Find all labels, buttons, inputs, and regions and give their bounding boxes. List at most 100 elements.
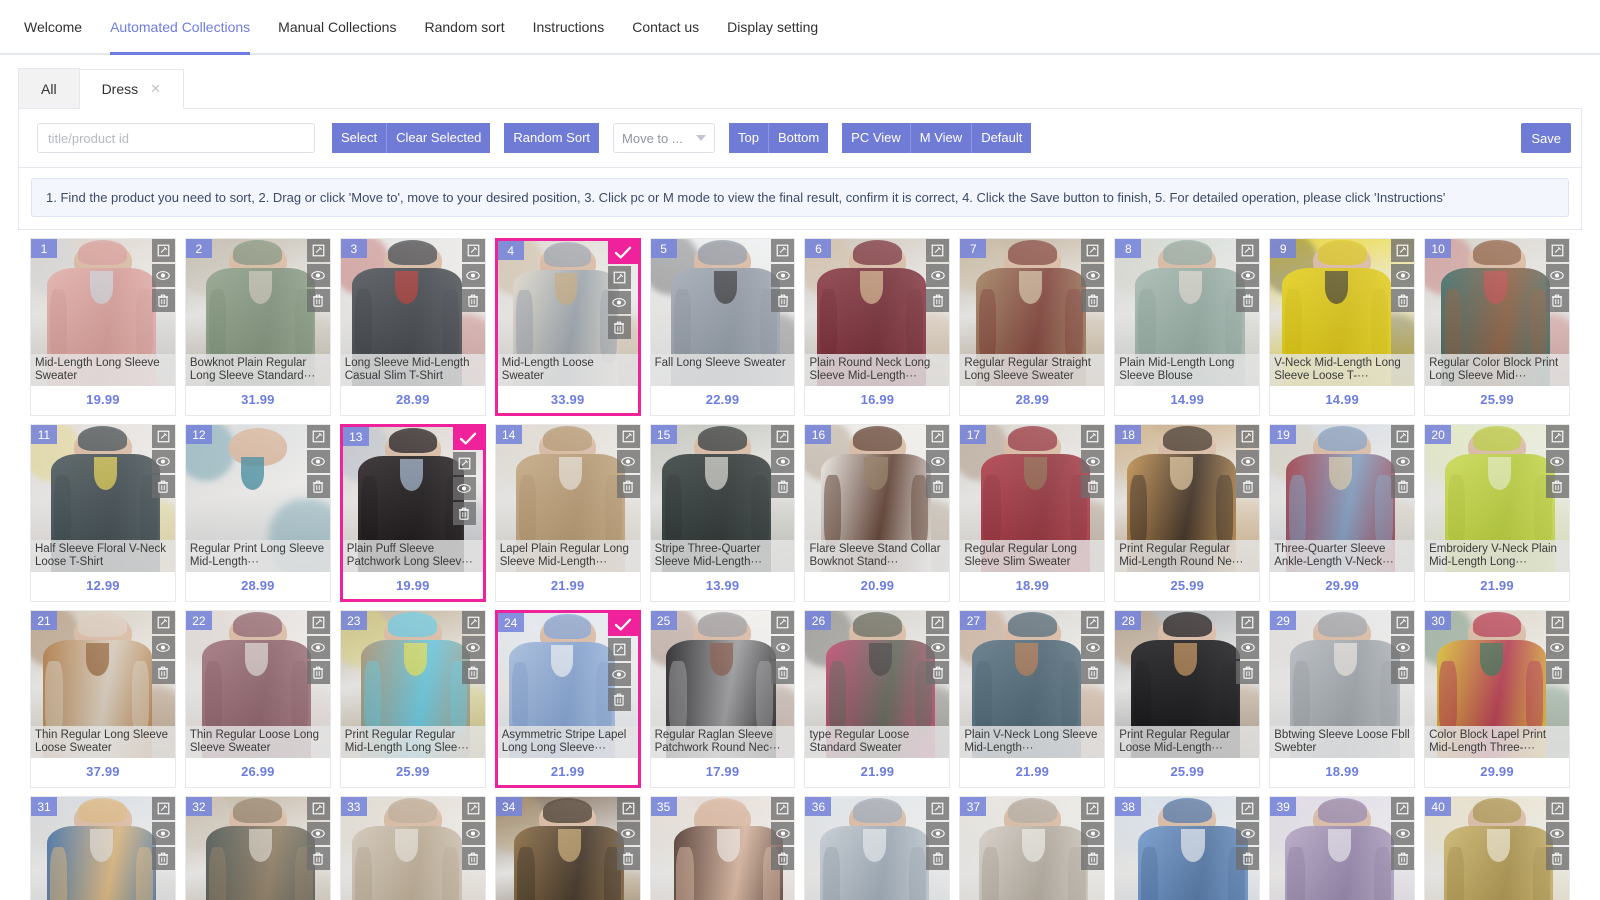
product-thumbnail[interactable]: 2 Bowknot Plain Regular Long Sleeve Stan… bbox=[186, 239, 330, 386]
product-card[interactable]: 6 Plain Round Neck Long Sleeve Mid-Lengt… bbox=[804, 238, 950, 416]
product-card[interactable]: 12 Regular Print Long Sleeve Mid-Length·… bbox=[185, 424, 331, 602]
nav-item-instructions[interactable]: Instructions bbox=[519, 0, 619, 53]
trash-icon[interactable] bbox=[152, 289, 175, 312]
product-card[interactable]: 26 type Regular Loose Standard Sweater 2… bbox=[804, 610, 950, 788]
product-thumbnail[interactable]: 26 type Regular Loose Standard Sweater bbox=[805, 611, 949, 758]
trash-icon[interactable] bbox=[307, 661, 330, 684]
product-card[interactable]: 28 Print Regular Regular Loose Mid-Lengt… bbox=[1114, 610, 1260, 788]
trash-icon[interactable] bbox=[1081, 847, 1104, 870]
edit-icon[interactable] bbox=[926, 425, 949, 448]
edit-icon[interactable] bbox=[453, 452, 476, 475]
eye-icon[interactable] bbox=[1081, 264, 1104, 287]
edit-icon[interactable] bbox=[152, 425, 175, 448]
pc-view-button[interactable]: PC View bbox=[842, 123, 911, 153]
eye-icon[interactable] bbox=[1391, 636, 1414, 659]
product-thumbnail[interactable]: 40 bbox=[1425, 797, 1569, 900]
product-thumbnail[interactable]: 10 Regular Color Block Print Long Sleeve… bbox=[1425, 239, 1569, 386]
eye-icon[interactable] bbox=[771, 450, 794, 473]
product-card[interactable]: 17 Regular Regular Long Sleeve Slim Swea… bbox=[959, 424, 1105, 602]
trash-icon[interactable] bbox=[771, 475, 794, 498]
product-thumbnail[interactable]: 25 Regular Raglan Sleeve Patchwork Round… bbox=[651, 611, 795, 758]
save-button[interactable]: Save bbox=[1521, 123, 1571, 153]
product-thumbnail[interactable]: 13 Plain Puff Sleeve Patchwork Long Slee… bbox=[343, 427, 483, 572]
collection-tab-all[interactable]: All bbox=[18, 68, 80, 108]
default-view-button[interactable]: Default bbox=[972, 123, 1031, 153]
trash-icon[interactable] bbox=[1236, 289, 1259, 312]
edit-icon[interactable] bbox=[307, 611, 330, 634]
product-thumbnail[interactable]: 4 Mid-Length Loose Sweater bbox=[498, 241, 638, 386]
edit-icon[interactable] bbox=[617, 425, 640, 448]
edit-icon[interactable] bbox=[1546, 425, 1569, 448]
trash-icon[interactable] bbox=[453, 502, 476, 525]
move-to-select[interactable]: Move to ... bbox=[613, 123, 715, 153]
product-card[interactable]: 31 bbox=[30, 796, 176, 900]
edit-icon[interactable] bbox=[926, 239, 949, 262]
eye-icon[interactable] bbox=[1391, 264, 1414, 287]
product-thumbnail[interactable]: 36 bbox=[805, 797, 949, 900]
m-view-button[interactable]: M View bbox=[911, 123, 972, 153]
check-icon[interactable] bbox=[608, 613, 638, 636]
product-thumbnail[interactable]: 1 Mid-Length Long Sleeve Sweater bbox=[31, 239, 175, 386]
eye-icon[interactable] bbox=[1546, 822, 1569, 845]
eye-icon[interactable] bbox=[1236, 264, 1259, 287]
product-card[interactable]: 19 Three-Quarter Sleeve Ankle-Length V-N… bbox=[1269, 424, 1415, 602]
product-thumbnail[interactable]: 32 bbox=[186, 797, 330, 900]
product-thumbnail[interactable]: 9 V-Neck Mid-Length Long Sleeve Loose T-… bbox=[1270, 239, 1414, 386]
edit-icon[interactable] bbox=[1081, 239, 1104, 262]
eye-icon[interactable] bbox=[926, 822, 949, 845]
search-input[interactable] bbox=[37, 123, 315, 153]
eye-icon[interactable] bbox=[152, 636, 175, 659]
product-thumbnail[interactable]: 11 Half Sleeve Floral V-Neck Loose T-Shi… bbox=[31, 425, 175, 572]
eye-icon[interactable] bbox=[462, 636, 485, 659]
eye-icon[interactable] bbox=[307, 450, 330, 473]
product-card[interactable]: 3 Long Sleeve Mid-Length Casual Slim T-S… bbox=[340, 238, 486, 416]
eye-icon[interactable] bbox=[1081, 636, 1104, 659]
product-card[interactable]: 40 bbox=[1424, 796, 1570, 900]
eye-icon[interactable] bbox=[926, 264, 949, 287]
edit-icon[interactable] bbox=[926, 611, 949, 634]
product-card[interactable]: 11 Half Sleeve Floral V-Neck Loose T-Shi… bbox=[30, 424, 176, 602]
edit-icon[interactable] bbox=[1546, 611, 1569, 634]
product-thumbnail[interactable]: 12 Regular Print Long Sleeve Mid-Length·… bbox=[186, 425, 330, 572]
product-card[interactable]: 4 Mid-Length Loose Sweater 33.99 bbox=[495, 238, 641, 416]
edit-icon[interactable] bbox=[152, 797, 175, 820]
trash-icon[interactable] bbox=[608, 688, 631, 711]
product-card[interactable]: 16 Flare Sleeve Stand Collar Bowknot Sta… bbox=[804, 424, 950, 602]
product-card[interactable]: 9 V-Neck Mid-Length Long Sleeve Loose T-… bbox=[1269, 238, 1415, 416]
edit-icon[interactable] bbox=[1391, 611, 1414, 634]
product-thumbnail[interactable]: 29 Bbtwing Sleeve Loose Fbll Swebter bbox=[1270, 611, 1414, 758]
product-thumbnail[interactable]: 22 Thin Regular Loose Long Sleeve Sweate… bbox=[186, 611, 330, 758]
product-card[interactable]: 32 bbox=[185, 796, 331, 900]
product-card[interactable]: 8 Plain Mid-Length Long Sleeve Blouse 14… bbox=[1114, 238, 1260, 416]
edit-icon[interactable] bbox=[1236, 611, 1259, 634]
edit-icon[interactable] bbox=[1391, 425, 1414, 448]
edit-icon[interactable] bbox=[1236, 797, 1259, 820]
edit-icon[interactable] bbox=[1081, 425, 1104, 448]
product-thumbnail[interactable]: 33 bbox=[341, 797, 485, 900]
trash-icon[interactable] bbox=[1081, 289, 1104, 312]
trash-icon[interactable] bbox=[1391, 475, 1414, 498]
trash-icon[interactable] bbox=[1236, 847, 1259, 870]
trash-icon[interactable] bbox=[1081, 661, 1104, 684]
product-thumbnail[interactable]: 38 bbox=[1115, 797, 1259, 900]
product-thumbnail[interactable]: 30 Color Block Lapel Print Mid-Length Th… bbox=[1425, 611, 1569, 758]
product-card[interactable]: 30 Color Block Lapel Print Mid-Length Th… bbox=[1424, 610, 1570, 788]
trash-icon[interactable] bbox=[307, 475, 330, 498]
clear-selected-button[interactable]: Clear Selected bbox=[387, 123, 490, 153]
product-thumbnail[interactable]: 8 Plain Mid-Length Long Sleeve Blouse bbox=[1115, 239, 1259, 386]
collection-tab-dress[interactable]: Dress✕ bbox=[79, 69, 184, 109]
trash-icon[interactable] bbox=[462, 289, 485, 312]
product-thumbnail[interactable]: 20 Embroidery V-Neck Plain Mid-Length Lo… bbox=[1425, 425, 1569, 572]
eye-icon[interactable] bbox=[1081, 822, 1104, 845]
product-thumbnail[interactable]: 16 Flare Sleeve Stand Collar Bowknot Sta… bbox=[805, 425, 949, 572]
product-thumbnail[interactable]: 27 Plain V-Neck Long Sleeve Mid-Length··… bbox=[960, 611, 1104, 758]
trash-icon[interactable] bbox=[617, 475, 640, 498]
eye-icon[interactable] bbox=[608, 663, 631, 686]
trash-icon[interactable] bbox=[1236, 475, 1259, 498]
edit-icon[interactable] bbox=[608, 638, 631, 661]
edit-icon[interactable] bbox=[1391, 797, 1414, 820]
random-sort-button[interactable]: Random Sort bbox=[504, 123, 599, 153]
trash-icon[interactable] bbox=[926, 847, 949, 870]
trash-icon[interactable] bbox=[1546, 289, 1569, 312]
trash-icon[interactable] bbox=[152, 661, 175, 684]
